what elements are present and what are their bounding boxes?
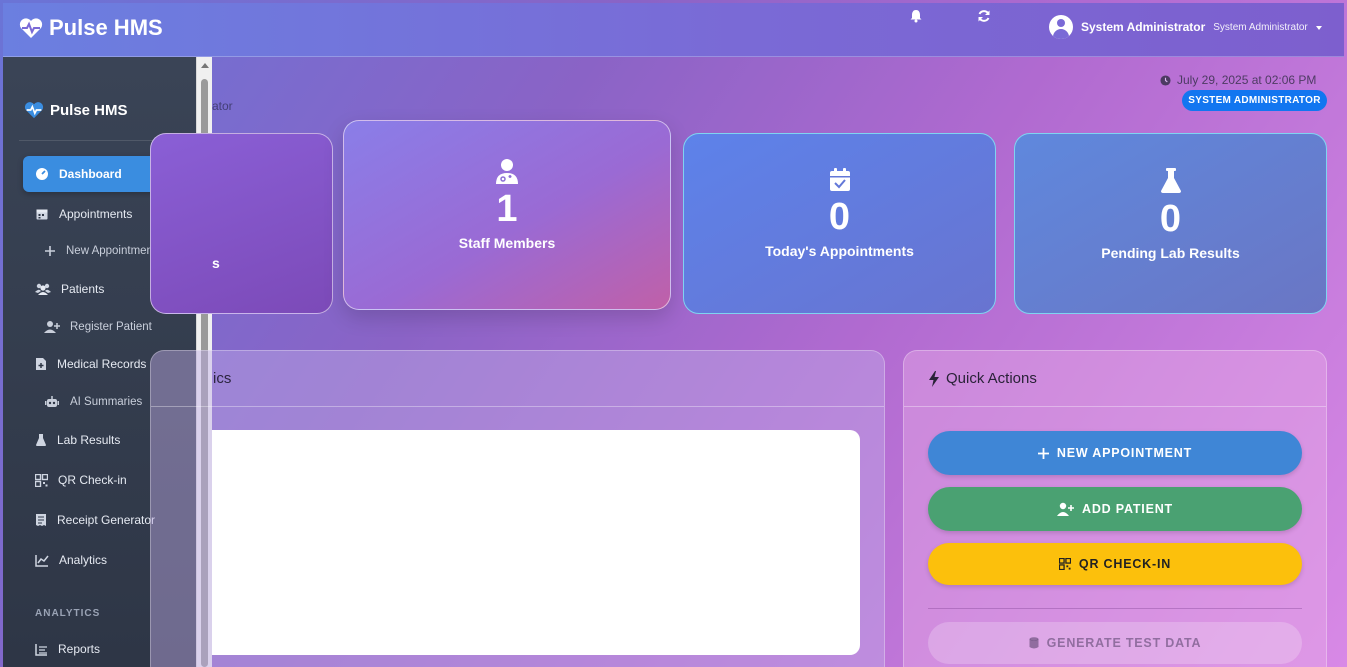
calendar-check-icon — [829, 168, 850, 191]
stat-card-staff[interactable]: 1 Staff Members — [343, 120, 671, 310]
bolt-icon — [929, 370, 939, 387]
flask-icon — [1160, 168, 1181, 193]
qrcode-icon — [35, 473, 48, 487]
role-badge: SYSTEM ADMINISTRATOR — [1182, 90, 1327, 111]
stat-label: s — [212, 255, 220, 271]
sidebar-section-heading: ANALYTICS — [35, 608, 101, 619]
page-subtitle: ator — [212, 99, 233, 113]
new-appointment-button[interactable]: NEW APPOINTMENT — [928, 431, 1302, 475]
panel-title: Quick Actions — [928, 370, 1037, 387]
sidebar-item-label: AI Summaries — [70, 396, 143, 408]
stat-value: 0 — [1159, 198, 1182, 240]
sidebar-item-label: Register Patient — [70, 321, 152, 333]
user-plus-icon — [44, 321, 60, 333]
button-label: QR CHECK-IN — [1078, 557, 1172, 571]
plus-icon — [1037, 447, 1049, 459]
sidebar-item-label: Patients — [61, 282, 105, 296]
sidebar-item-label: Medical Records — [57, 357, 147, 371]
plus-icon — [45, 246, 55, 256]
sidebar-brand[interactable]: Pulse HMS — [24, 101, 128, 119]
user-role: System Administrator — [1213, 21, 1308, 33]
divider — [928, 608, 1302, 609]
robot-icon — [45, 396, 59, 407]
sidebar-item-label: Analytics — [59, 553, 108, 567]
sidebar-item-label: Appointments — [59, 207, 133, 221]
heartbeat-icon — [19, 18, 43, 38]
chart-canvas — [212, 430, 860, 655]
stat-card-patients[interactable] — [150, 133, 333, 314]
sidebar-item-label: Reports — [58, 642, 101, 656]
datetime-display: July 29, 2025 at 02:06 PM — [1160, 73, 1316, 87]
calendar-icon — [36, 209, 48, 220]
list-icon — [35, 643, 47, 656]
scroll-up-arrow-icon[interactable] — [201, 63, 209, 68]
stat-label: Today's Appointments — [765, 243, 914, 259]
sidebar-item-label: Lab Results — [57, 433, 121, 447]
divider — [904, 406, 1326, 407]
sidebar-item-label: New Appointment — [66, 245, 157, 257]
quick-actions-panel: Quick Actions NEW APPOINTMENT ADD PATIEN… — [903, 350, 1327, 667]
flask-icon — [36, 434, 46, 446]
button-label: NEW APPOINTMENT — [1056, 446, 1193, 460]
stat-card-lab-results[interactable]: 0 Pending Lab Results — [1014, 133, 1327, 314]
chevron-down-icon — [1315, 26, 1322, 30]
heartbeat-icon — [24, 102, 44, 119]
sidebar-item-register-patient[interactable]: Register Patient — [23, 309, 175, 345]
button-label: GENERATE TEST DATA — [1046, 636, 1202, 650]
stat-value: 0 — [828, 196, 851, 238]
panel-title: ics — [213, 370, 232, 387]
users-icon — [35, 283, 51, 295]
gauge-icon — [36, 168, 48, 180]
sidebar-item-label: Receipt Generator — [57, 513, 156, 527]
user-plus-icon — [1057, 502, 1074, 516]
stat-card-appointments[interactable]: 0 Today's Appointments — [683, 133, 996, 314]
clock-icon — [1160, 74, 1171, 86]
stat-label: Staff Members — [458, 235, 556, 251]
database-icon — [1029, 637, 1039, 649]
sidebar-item-label: Dashboard — [59, 167, 122, 181]
user-name: System Administrator — [1081, 20, 1206, 34]
file-medical-icon — [36, 358, 46, 370]
button-label: ADD PATIENT — [1082, 502, 1173, 516]
chart-line-icon — [35, 554, 49, 567]
divider — [151, 406, 884, 407]
sidebar-brand-name: Pulse HMS — [50, 101, 128, 119]
refresh-icon[interactable] — [977, 9, 991, 23]
qr-check-in-button[interactable]: QR CHECK-IN — [928, 543, 1302, 585]
generate-test-data-button[interactable]: GENERATE TEST DATA — [928, 622, 1302, 664]
user-doctor-icon — [496, 159, 518, 184]
top-navbar: Pulse HMS System Administrator System Ad… — [3, 3, 1344, 57]
qrcode-icon — [1058, 558, 1071, 570]
brand-logo[interactable]: Pulse HMS — [19, 15, 163, 41]
avatar — [1049, 15, 1073, 39]
user-menu[interactable]: System Administrator System Administrato… — [1049, 15, 1322, 39]
datetime-text: July 29, 2025 at 02:06 PM — [1177, 73, 1317, 87]
brand-name: Pulse HMS — [49, 15, 163, 40]
stat-value: 1 — [496, 188, 518, 230]
bell-icon[interactable] — [909, 9, 923, 23]
receipt-icon — [36, 514, 46, 526]
quick-actions-title: Quick Actions — [946, 370, 1037, 387]
add-patient-button[interactable]: ADD PATIENT — [928, 487, 1302, 531]
stat-label: Pending Lab Results — [1101, 245, 1240, 261]
sidebar-item-label: QR Check-in — [58, 473, 127, 487]
